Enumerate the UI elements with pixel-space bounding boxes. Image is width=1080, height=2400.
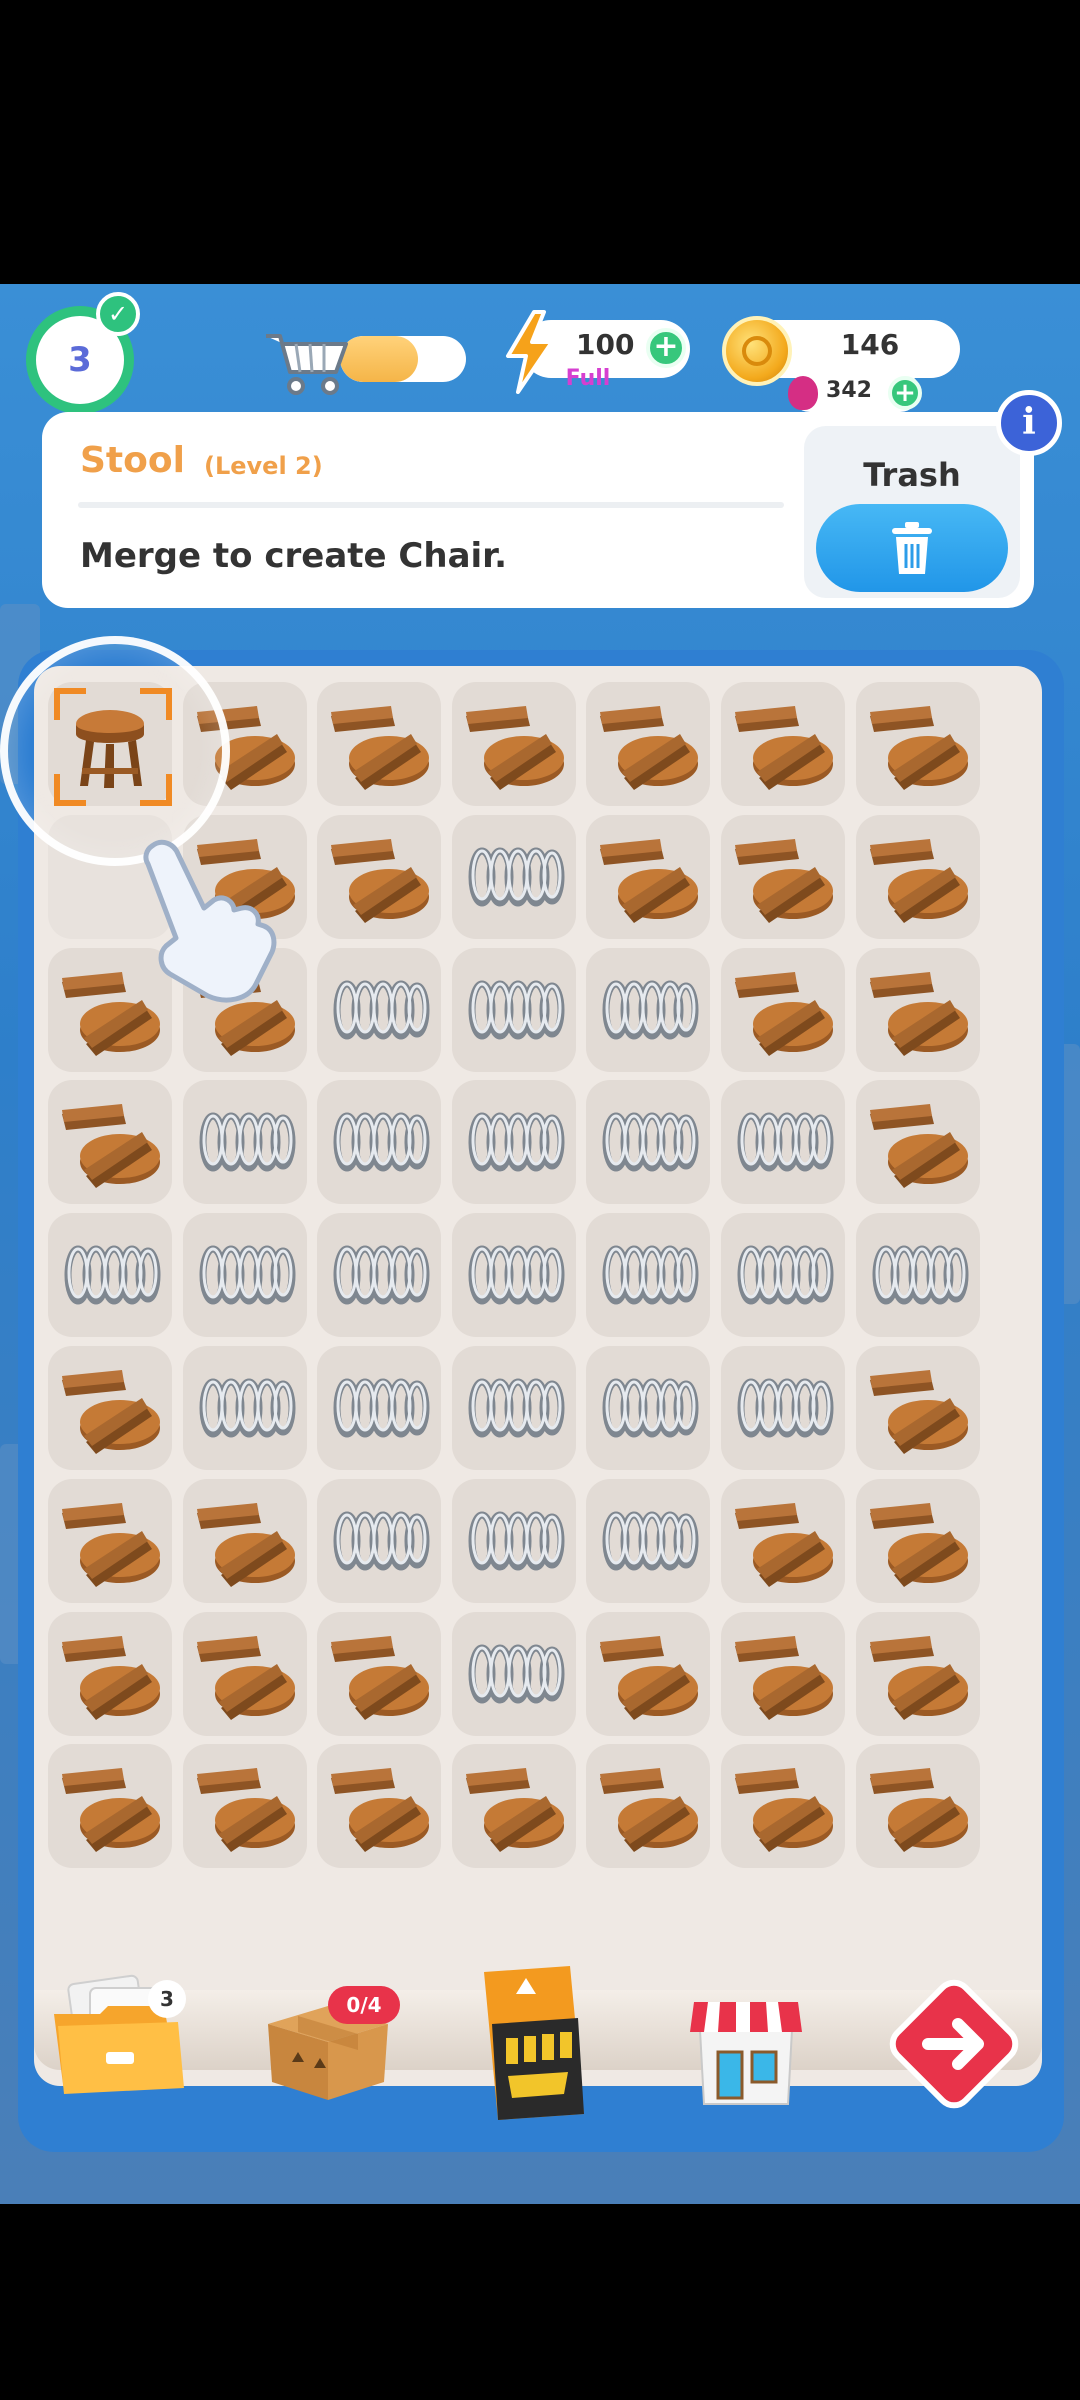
add-gems-button[interactable]: + [888, 376, 922, 410]
board-cell-8-2[interactable] [317, 1744, 442, 1869]
board-cell-6-6[interactable] [855, 1478, 980, 1603]
item-description: Merge to create Chair. [80, 536, 508, 576]
booster-card-icon [484, 1966, 584, 2120]
board-cell-4-6[interactable] [855, 1213, 980, 1338]
player-level-number: 3 [68, 340, 92, 380]
board-cell-8-4[interactable] [586, 1744, 711, 1869]
item-info-panel: Stool (Level 2) Merge to create Chair. T… [42, 412, 1034, 608]
info-button[interactable]: i [996, 390, 1062, 456]
board-cell-5-1[interactable] [182, 1346, 307, 1470]
checkmark-icon: ✓ [96, 292, 140, 336]
trash-box: Trash [804, 426, 1020, 598]
board-cell-3-0[interactable] [48, 1080, 172, 1205]
board-cell-3-1[interactable] [182, 1080, 307, 1205]
folder-count-badge: 3 [148, 1980, 186, 2018]
board-cell-4-5[interactable] [721, 1213, 845, 1338]
board-cell-7-0[interactable] [48, 1611, 172, 1736]
board-cell-5-5[interactable] [721, 1346, 845, 1470]
trash-button[interactable] [816, 504, 1008, 592]
board-cell-6-3[interactable] [451, 1478, 576, 1603]
board-cell-4-2[interactable] [317, 1213, 442, 1338]
board-cell-2-4[interactable] [586, 947, 711, 1072]
board-cell-3-6[interactable] [855, 1080, 980, 1205]
energy-status: Full [565, 366, 611, 391]
board-cell-5-2[interactable] [317, 1346, 442, 1470]
board-cell-8-0[interactable] [48, 1744, 172, 1869]
board-cell-7-3[interactable] [451, 1611, 576, 1736]
tutorial-highlight-ring [0, 636, 230, 866]
board-cell-2-2[interactable] [317, 947, 442, 1072]
board-cell-4-3[interactable] [451, 1213, 576, 1338]
coin-icon [722, 316, 792, 386]
board-cell-4-4[interactable] [586, 1213, 711, 1338]
board-cell-1-6[interactable] [855, 814, 980, 939]
board-cell-1-4[interactable] [586, 814, 711, 939]
lightning-bolt-icon [506, 310, 554, 394]
energy-value: 100 [576, 328, 635, 361]
board-cell-2-5[interactable] [721, 947, 845, 1072]
cart-progress[interactable] [262, 322, 472, 395]
board-cell-0-6[interactable] [855, 682, 980, 806]
next-arrow-button[interactable] [886, 1976, 1022, 2112]
board-cell-1-3[interactable] [451, 814, 576, 939]
board-cell-6-0[interactable] [48, 1478, 172, 1603]
board-cell-7-2[interactable] [317, 1611, 442, 1736]
board-cell-8-1[interactable] [182, 1744, 307, 1869]
board-cell-5-3[interactable] [451, 1346, 576, 1470]
board-cell-7-4[interactable] [586, 1611, 711, 1736]
board-cell-2-6[interactable] [855, 947, 980, 1072]
board-cell-5-4[interactable] [586, 1346, 711, 1470]
board-cell-0-5[interactable] [721, 682, 845, 806]
board-cell-3-4[interactable] [586, 1080, 711, 1205]
box-count-badge: 0/4 [328, 1986, 400, 2024]
board-cell-7-6[interactable] [855, 1611, 980, 1736]
board-cell-3-2[interactable] [317, 1080, 442, 1205]
board-cell-0-2[interactable] [317, 682, 442, 806]
board-cell-0-4[interactable] [586, 682, 711, 806]
game-screen: 3 ✓ 100 Full + 146 342 + Stool (Level 2)… [0, 284, 1080, 2204]
board-cell-6-5[interactable] [721, 1478, 845, 1603]
board-cell-8-5[interactable] [721, 1744, 845, 1869]
board-cell-6-4[interactable] [586, 1478, 711, 1603]
board-cell-3-5[interactable] [721, 1080, 845, 1205]
trash-label: Trash [863, 456, 961, 494]
item-level: (Level 2) [204, 452, 323, 480]
board-cell-6-2[interactable] [317, 1478, 442, 1603]
board-cell-5-0[interactable] [48, 1346, 172, 1470]
board-cell-2-3[interactable] [451, 947, 576, 1072]
board-cell-7-5[interactable] [721, 1611, 845, 1736]
shopping-cart-icon [266, 334, 348, 395]
cart-progress-bar [340, 336, 466, 382]
board-cell-1-2[interactable] [317, 814, 442, 939]
board-cell-1-5[interactable] [721, 814, 845, 939]
shop-icon [690, 2002, 802, 2105]
pointing-hand-icon [143, 839, 277, 1003]
board-cell-5-6[interactable] [855, 1346, 980, 1470]
booster-card-button[interactable] [478, 1964, 590, 2124]
board-cell-0-3[interactable] [451, 682, 576, 806]
gem-value: 342 [826, 378, 872, 403]
board-cell-3-3[interactable] [451, 1080, 576, 1205]
board-cell-6-1[interactable] [182, 1478, 307, 1603]
arrow-right-icon [889, 1979, 1019, 2109]
board-cell-8-3[interactable] [451, 1744, 576, 1869]
board-cell-4-1[interactable] [182, 1213, 307, 1338]
panel-divider [78, 502, 784, 508]
shop-button[interactable] [684, 1980, 808, 2108]
item-name: Stool [80, 440, 185, 481]
folder-button[interactable]: 3 [44, 1974, 194, 2104]
add-energy-button[interactable]: + [646, 328, 686, 368]
gem-icon [788, 376, 818, 410]
board-cell-8-6[interactable] [855, 1744, 980, 1869]
trash-icon [892, 522, 932, 574]
board-cell-7-1[interactable] [182, 1611, 307, 1736]
coin-value: 146 [840, 328, 900, 361]
board-cell-4-0[interactable] [48, 1213, 172, 1338]
box-button[interactable]: 0/4 [258, 1984, 400, 2104]
